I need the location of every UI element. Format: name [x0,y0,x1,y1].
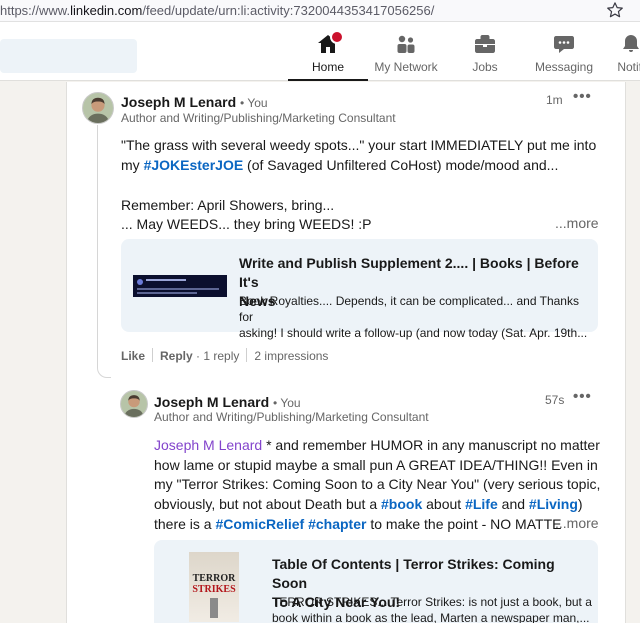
nav-home-label: Home [311,60,344,74]
nav-notifications[interactable]: Notifi [608,32,640,80]
more-options-icon[interactable]: ••• [573,88,592,105]
comment-text-line: my #JOKEsterJOE (of Savaged Unfiltered C… [121,157,559,173]
link-preview-card[interactable]: TERROR STRIKES Table Of Contents | Terro… [154,540,598,623]
messaging-icon [554,36,574,53]
comment-text-line: how lame or stupid maybe a small pun A G… [154,457,598,473]
browser-url-bar[interactable]: https://www.linkedin.com/feed/update/urn… [0,0,640,22]
hashtag-link[interactable]: #chapter [308,516,366,532]
divider [246,348,248,362]
avatar-photo [121,391,147,417]
comment-actions: Like Reply · 1 reply 2 impressions [121,348,328,363]
link-preview-card[interactable]: Write and Publish Supplement 2.... | Boo… [121,239,598,340]
hashtag-link[interactable]: #book [381,496,422,512]
comment-text-line: my "Terror Strikes: Coming Soon to a Cit… [154,476,601,492]
avatar-photo [83,93,113,123]
avatar[interactable] [120,390,148,418]
see-more-link[interactable]: ...more [555,215,599,231]
hashtag-link[interactable]: #Living [529,496,578,512]
comment-author[interactable]: Joseph M Lenard • You [121,94,268,110]
comment-timestamp: 57s [545,393,565,407]
nav-jobs-label: Jobs [472,60,498,74]
like-button[interactable]: Like [121,349,145,363]
preview-thumbnail [133,275,227,297]
reply-count[interactable]: · 1 reply [196,349,239,363]
url-text[interactable]: https://www.linkedin.com/feed/update/urn… [0,3,434,18]
more-options-icon[interactable]: ••• [573,388,592,405]
comment-author-headline: Author and Writing/Publishing/Marketing … [154,410,429,424]
briefcase-icon [475,35,495,53]
mention-link[interactable]: Joseph M Lenard [154,437,262,453]
bookmark-star-icon[interactable] [606,1,624,19]
hashtag-link[interactable]: #ComicRelief [215,516,304,532]
notification-badge [330,30,344,44]
see-more-link[interactable]: ...more [555,515,599,531]
nav-my-network-label: My Network [374,60,438,74]
bell-icon [623,35,639,52]
nav-messaging[interactable]: Messaging [533,32,595,80]
book-cover-thumbnail: TERROR STRIKES [189,552,239,622]
hashtag-link[interactable]: #JOKEsterJOE [144,157,244,173]
comment-text-line: "The grass with several weedy spots..." … [121,137,597,153]
comment-text-line: ... May WEEDS... they bring WEEDS! :P [121,216,372,232]
nav-home[interactable]: Home [288,30,368,81]
comment-timestamp: 1m [546,93,563,107]
reply-button[interactable]: Reply [160,349,193,363]
avatar[interactable] [82,92,114,124]
hashtag-link[interactable]: #Life [465,496,498,512]
preview-description: TERROR STRIKES... Terror Strikes: is not… [272,595,592,623]
nav-jobs[interactable]: Jobs [462,32,508,80]
comment-author-headline: Author and Writing/Publishing/Marketing … [121,111,396,125]
comment-text-line: obviously, but not about Death but a #bo… [154,496,583,512]
comment-text-line: there is a #ComicRelief #chapter to make… [154,516,562,532]
comment-author[interactable]: Joseph M Lenard • You [154,394,301,410]
search-input[interactable] [0,39,137,73]
preview-description: Book Royalties.... Depends, it can be co… [239,294,588,340]
nav-notifications-label: Notifi [617,60,640,74]
nav-messaging-label: Messaging [534,60,594,74]
comment-text-line: Joseph M Lenard * and remember HUMOR in … [154,437,600,453]
comment-text-line: Remember: April Showers, bring... [121,197,335,213]
network-icon [397,35,415,53]
thread-connector-line [97,125,98,367]
nav-my-network[interactable]: My Network [372,32,440,80]
linkedin-nav-bar: Home My Network Jobs Messaging Notifi [0,22,640,81]
divider [152,348,154,362]
impressions-count[interactable]: 2 impressions [254,349,328,363]
